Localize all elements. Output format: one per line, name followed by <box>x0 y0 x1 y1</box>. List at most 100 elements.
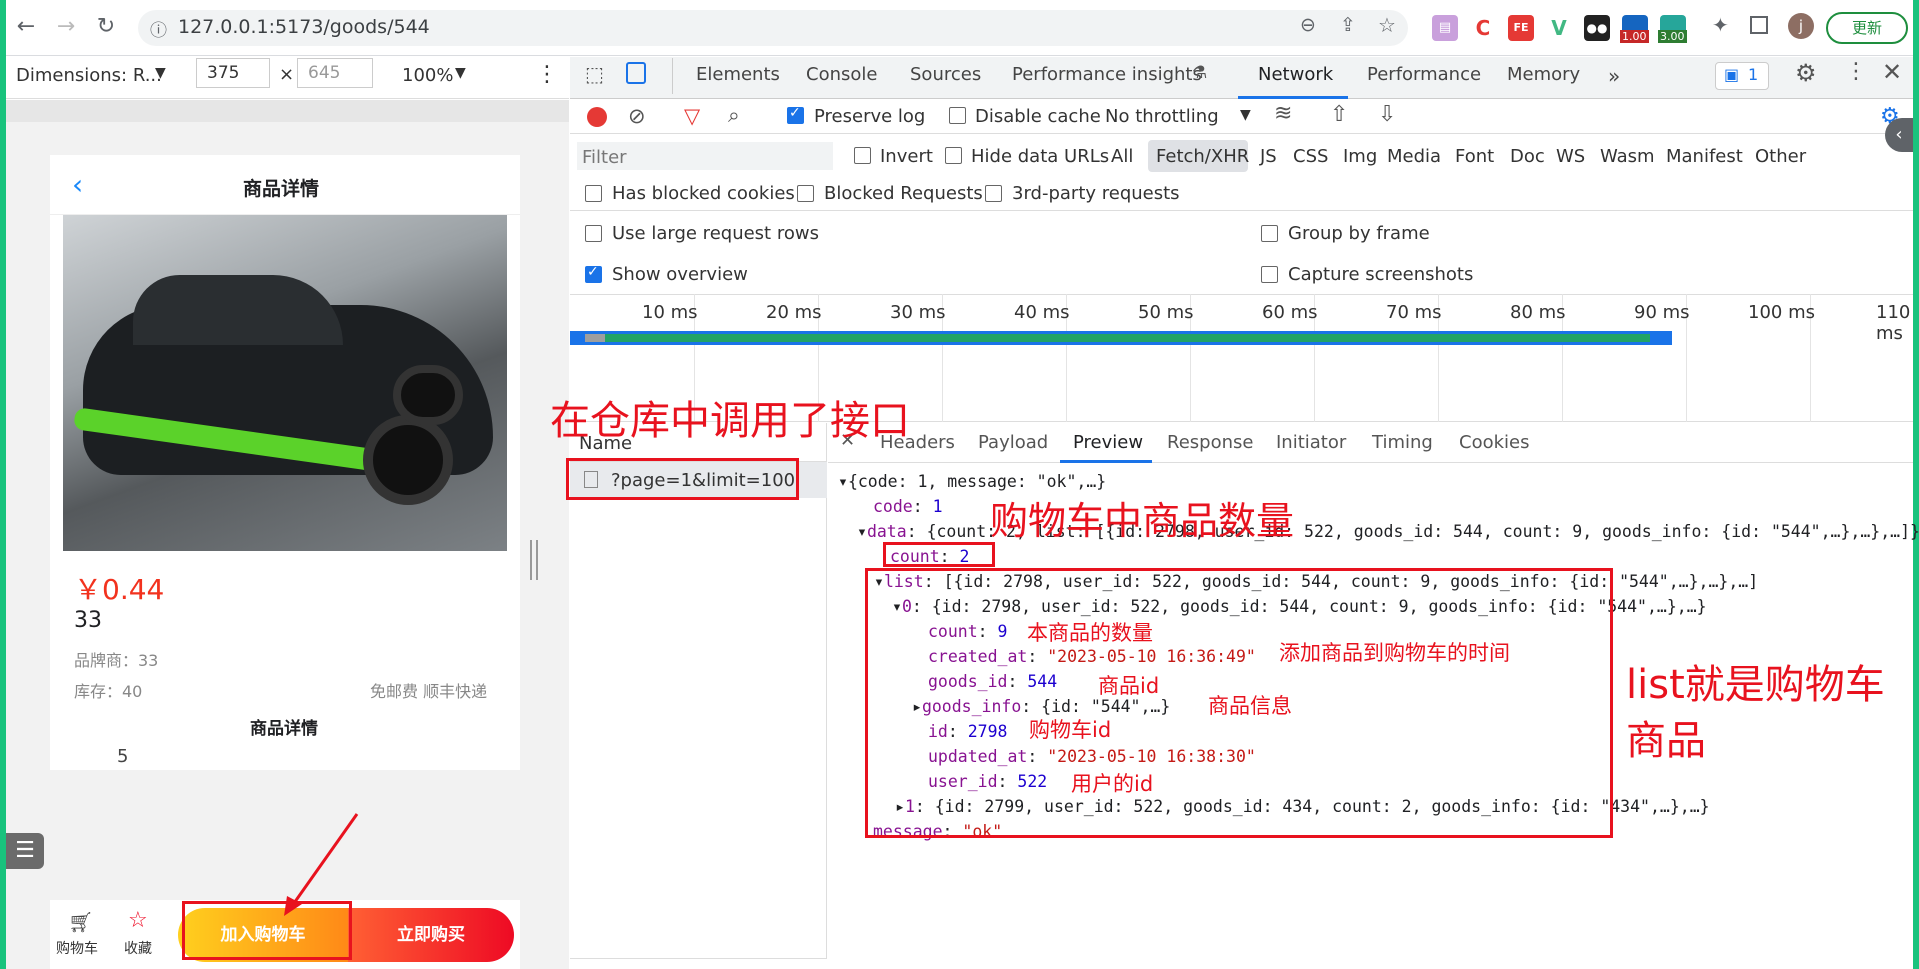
tab-cookies[interactable]: Cookies <box>1459 432 1529 453</box>
devtools-more-icon[interactable]: ⋮ <box>1845 59 1867 84</box>
extension-1-icon[interactable]: ▤ <box>1432 15 1458 41</box>
third-party-checkbox[interactable] <box>985 185 1002 202</box>
timeline-tick-label: 80 ms <box>1510 302 1566 323</box>
group-by-frame-checkbox[interactable] <box>1261 225 1278 242</box>
preview-tab-indicator <box>1060 460 1152 463</box>
tab-performance[interactable]: Performance <box>1367 64 1481 85</box>
device-width-input[interactable]: 375 <box>196 58 270 88</box>
extension-badge-2: 3.00 <box>1658 30 1687 43</box>
clear-icon[interactable]: ⊘ <box>628 104 646 128</box>
tab-elements[interactable]: Elements <box>696 64 780 85</box>
extension-c-icon[interactable]: C <box>1470 15 1496 41</box>
side-panel-icon[interactable] <box>1750 16 1768 34</box>
export-har-icon[interactable]: ⇩ <box>1378 102 1396 127</box>
device-toggle-icon[interactable] <box>626 62 646 84</box>
cart-icon[interactable]: 🛒︎ <box>68 910 93 934</box>
flask-icon: ⚗ <box>1192 63 1208 83</box>
expand-arrow-icon[interactable]: ▾ <box>857 522 867 541</box>
type-filter-media[interactable]: Media <box>1387 146 1441 167</box>
cart-label[interactable]: 购物车 <box>56 938 98 958</box>
count-highlight <box>883 542 995 567</box>
devtools-close-icon[interactable]: ✕ <box>1882 58 1902 86</box>
share-icon[interactable]: ⇪ <box>1340 14 1356 36</box>
capture-screenshots-checkbox[interactable] <box>1261 266 1278 283</box>
extensions-puzzle-icon[interactable]: ✦ <box>1712 13 1729 37</box>
extension-fe-icon[interactable]: FE <box>1508 15 1534 41</box>
more-tabs-icon[interactable]: » <box>1608 64 1620 88</box>
tab-network[interactable]: Network <box>1258 64 1333 85</box>
invert-checkbox[interactable] <box>854 147 871 164</box>
has-blocked-cookies-checkbox[interactable] <box>585 185 602 202</box>
tab-memory[interactable]: Memory <box>1507 64 1580 85</box>
expand-arrow-icon[interactable]: ▾ <box>838 472 848 491</box>
favorite-label[interactable]: 收藏 <box>124 938 152 958</box>
zoom-select[interactable]: 100% <box>402 65 453 86</box>
update-button[interactable]: 更新 <box>1826 12 1908 44</box>
forward-icon[interactable]: → <box>52 14 80 39</box>
product-image[interactable] <box>63 215 507 551</box>
annotation-goods-info: 商品信息 <box>1208 694 1292 718</box>
type-filter-manifest[interactable]: Manifest <box>1666 146 1743 167</box>
type-filter-doc[interactable]: Doc <box>1510 146 1545 167</box>
site-info-icon[interactable]: ⓘ <box>150 16 167 41</box>
type-filter-wasm[interactable]: Wasm <box>1600 146 1655 167</box>
throttling-chevron-icon[interactable]: ▼ <box>1240 107 1251 123</box>
filter-funnel-icon[interactable]: ▽ <box>684 104 700 128</box>
url-text: 127.0.0.1:5173/goods/544 <box>178 16 430 38</box>
device-height-input[interactable]: 645 <box>297 58 373 88</box>
reload-icon[interactable]: ↻ <box>92 14 120 39</box>
tab-timing[interactable]: Timing <box>1372 432 1433 453</box>
tab-payload[interactable]: Payload <box>978 432 1048 453</box>
type-filter-css[interactable]: CSS <box>1293 146 1328 167</box>
settings-gear-icon[interactable]: ⚙ <box>1795 59 1817 87</box>
car-wheel-front <box>363 415 453 505</box>
network-conditions-icon[interactable]: ≋ <box>1274 101 1292 126</box>
type-filter-fetch-xhr[interactable]: Fetch/XHR <box>1156 146 1249 167</box>
timeline-tick-label: 110 ms <box>1876 302 1911 344</box>
buy-now-button[interactable]: 立即购买 <box>348 908 514 962</box>
bookmark-star-icon[interactable]: ☆ <box>1378 13 1396 37</box>
dimensions-chevron-icon[interactable]: ▼ <box>155 65 166 81</box>
zoom-icon[interactable]: ⊖ <box>1300 14 1316 36</box>
back-chevron-icon[interactable]: ‹ <box>72 168 83 201</box>
hide-data-urls-checkbox[interactable] <box>945 147 962 164</box>
inspect-element-icon[interactable]: ⬚ <box>585 62 604 86</box>
type-filter-font[interactable]: Font <box>1455 146 1494 167</box>
profile-avatar[interactable]: j <box>1788 13 1814 39</box>
type-filter-other[interactable]: Other <box>1755 146 1806 167</box>
tab-initiator[interactable]: Initiator <box>1276 432 1346 453</box>
large-rows-checkbox[interactable] <box>585 225 602 242</box>
resize-handle[interactable] <box>530 540 538 580</box>
throttling-select[interactable]: No throttling <box>1105 106 1219 127</box>
request-highlight <box>566 458 799 500</box>
extension-dots-icon[interactable]: ●● <box>1584 15 1610 41</box>
search-icon[interactable]: ⌕ <box>728 103 740 128</box>
type-filter-js[interactable]: JS <box>1260 146 1277 167</box>
blocked-requests-checkbox[interactable] <box>797 185 814 202</box>
zoom-chevron-icon[interactable]: ▼ <box>455 65 466 81</box>
annotation-arrow <box>284 813 359 916</box>
vue-devtools-icon[interactable]: V <box>1546 15 1572 41</box>
tab-sources[interactable]: Sources <box>910 64 981 85</box>
json-root-row[interactable]: ▾{code: 1, message: "ok",…} <box>838 472 1106 491</box>
device-more-icon[interactable]: ⋮ <box>536 62 558 87</box>
record-button-icon[interactable] <box>587 107 607 127</box>
tab-response[interactable]: Response <box>1167 432 1253 453</box>
type-filter-all[interactable]: All <box>1111 146 1133 167</box>
tab-console[interactable]: Console <box>806 64 877 85</box>
tab-preview[interactable]: Preview <box>1073 432 1143 453</box>
tab-performance-insights[interactable]: Performance insights <box>1012 64 1202 85</box>
type-filter-ws[interactable]: WS <box>1556 146 1585 167</box>
third-party-label: 3rd-party requests <box>1012 183 1180 204</box>
timeline-tick-label: 40 ms <box>1014 302 1070 323</box>
invert-label: Invert <box>880 146 933 167</box>
side-collapse-icon[interactable]: ‹ <box>1885 118 1913 152</box>
disable-cache-checkbox[interactable] <box>949 107 966 124</box>
dimensions-select[interactable]: Dimensions: R... <box>16 65 162 86</box>
floating-menu-icon[interactable]: ☰ <box>6 833 44 869</box>
back-icon[interactable]: ← <box>12 14 40 39</box>
import-har-icon[interactable]: ⇧ <box>1330 102 1348 127</box>
json-key: code <box>873 497 913 516</box>
type-filter-img[interactable]: Img <box>1343 146 1377 167</box>
favorite-star-icon[interactable]: ☆ <box>128 908 148 933</box>
